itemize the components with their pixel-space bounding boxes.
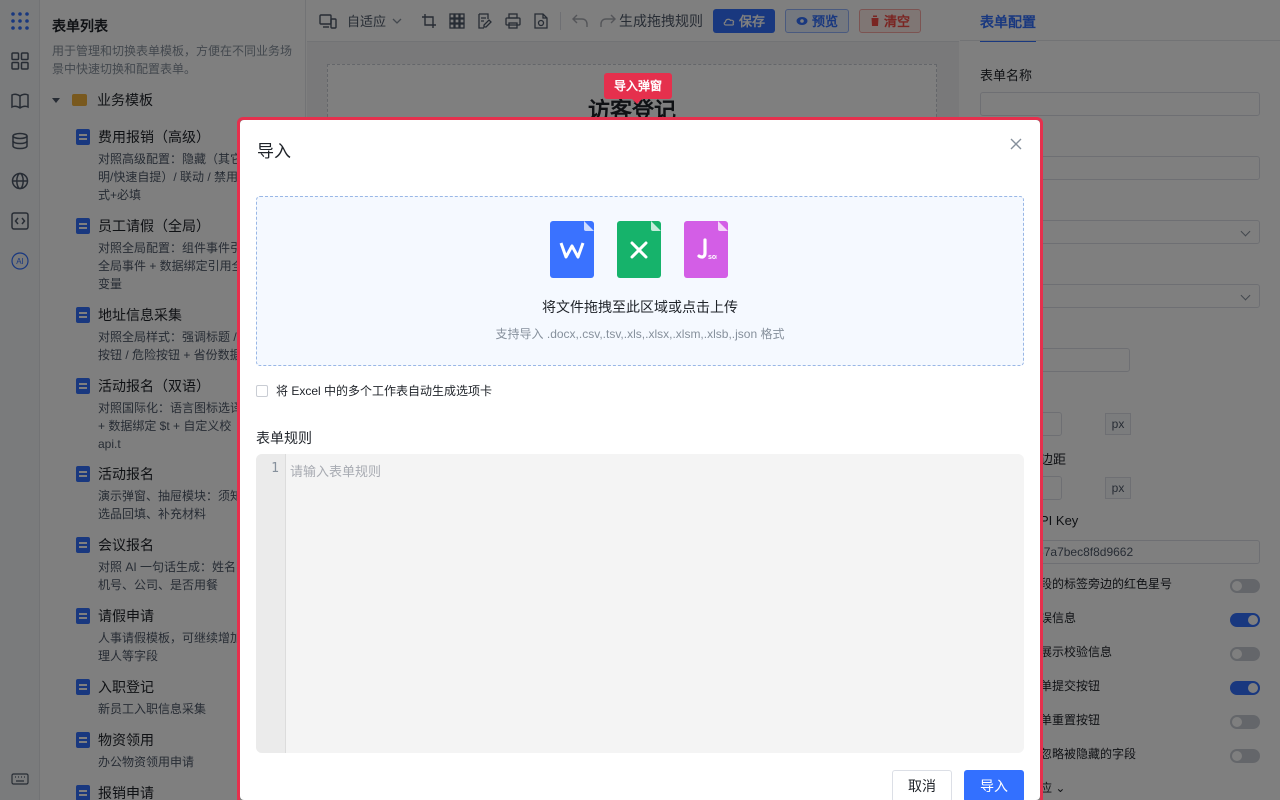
highlight-frame xyxy=(237,117,1043,800)
import-dialog-tag: 导入弹窗 xyxy=(604,73,673,104)
